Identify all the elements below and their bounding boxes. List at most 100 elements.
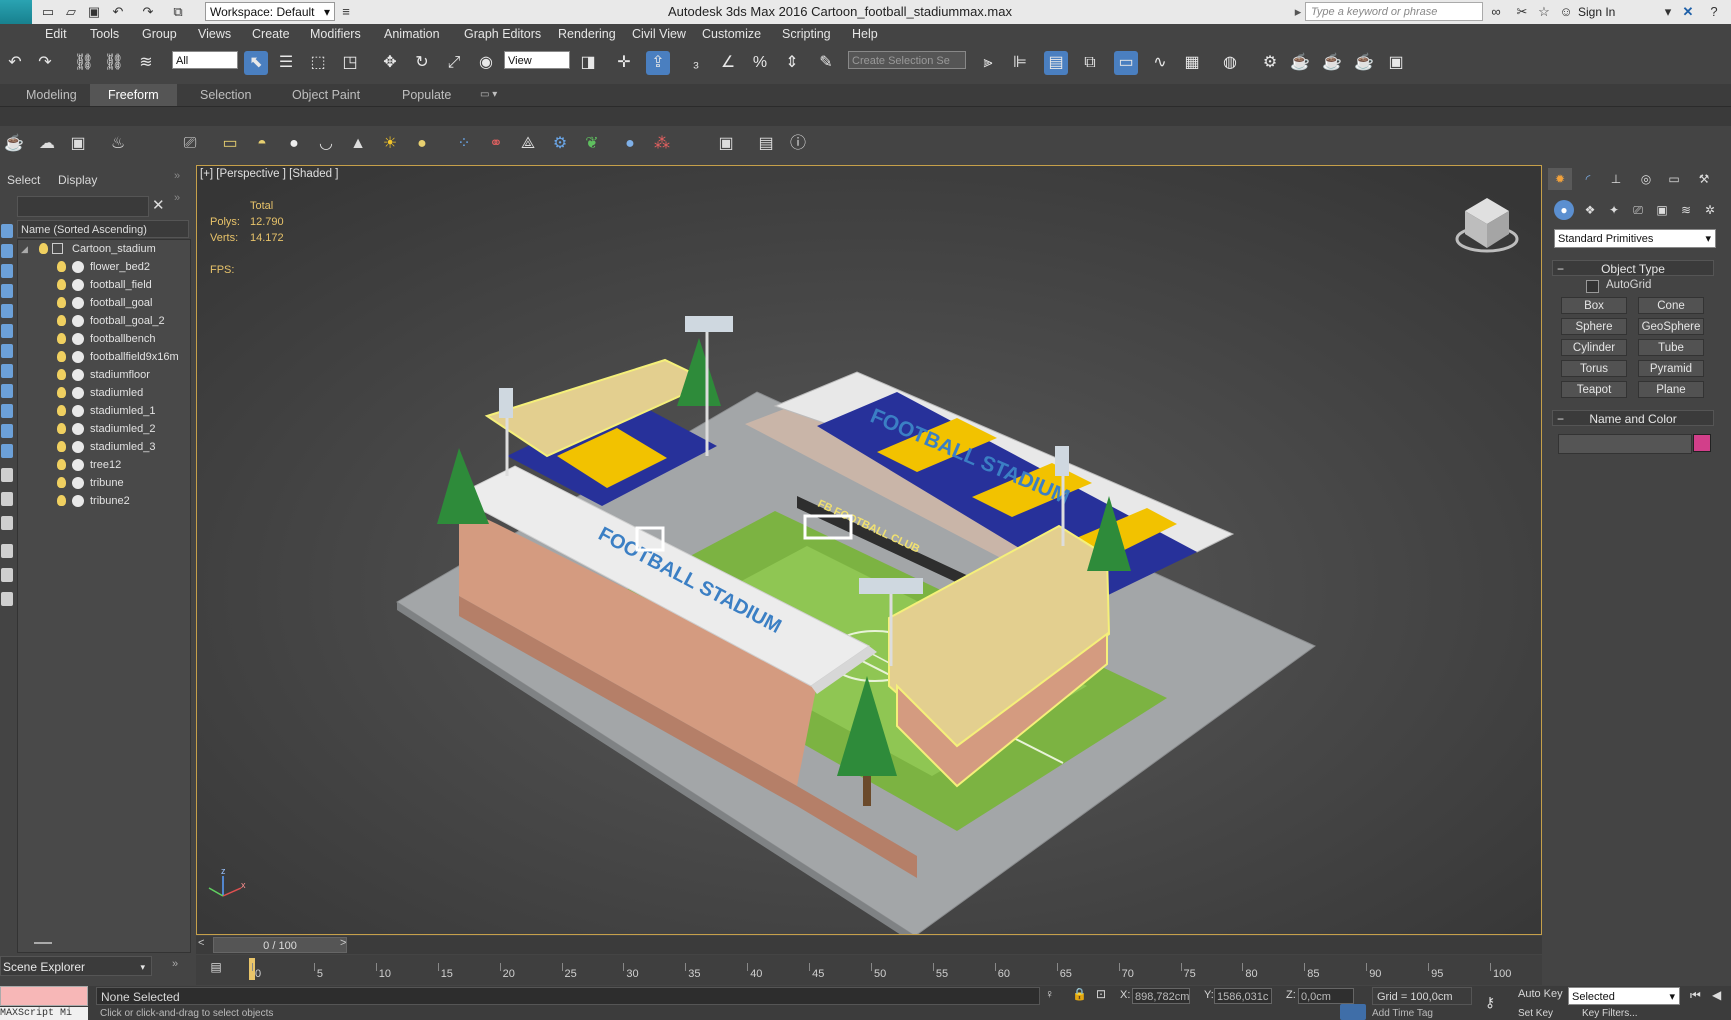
tab-object-paint[interactable]: Object Paint xyxy=(292,84,360,106)
binoculars-icon[interactable]: ∞ xyxy=(1488,4,1504,20)
search-input[interactable]: Type a keyword or phrase xyxy=(1305,2,1483,21)
sync-selection-icon[interactable] xyxy=(1,568,13,582)
named-selection-set-dropdown[interactable]: Create Selection Se xyxy=(848,51,966,69)
menu-tools[interactable]: Tools xyxy=(90,24,119,44)
select-manipulate-icon[interactable]: ✛ xyxy=(612,51,636,75)
list-item[interactable]: footballfield9x16m xyxy=(17,348,189,366)
explorer-tab-display[interactable]: Display xyxy=(58,173,97,187)
key-filters-button[interactable]: Key Filters... xyxy=(1582,1008,1638,1019)
lights-icon[interactable]: ✦ xyxy=(1604,200,1624,220)
menu-help[interactable]: Help xyxy=(852,24,878,44)
select-object-icon[interactable]: ⬉ xyxy=(244,51,268,75)
explorer-search-input[interactable] xyxy=(17,196,149,217)
display-tab-icon[interactable]: ▭ xyxy=(1662,168,1686,190)
select-and-rotate-icon[interactable]: ↻ xyxy=(410,51,434,75)
filter-icon[interactable] xyxy=(1,544,13,558)
selection-filter-dropdown[interactable]: All xyxy=(172,51,238,69)
shapes-icon[interactable]: ❖ xyxy=(1580,200,1600,220)
cylinder-button[interactable]: Cylinder xyxy=(1561,339,1627,356)
teapot-button[interactable]: Teapot xyxy=(1561,381,1627,398)
render-frame-icon[interactable]: ▣ xyxy=(714,132,738,156)
tab-freeform[interactable]: Freeform xyxy=(90,84,177,106)
new-file-icon[interactable]: ▭ xyxy=(40,4,56,20)
list-item-root[interactable]: ◢ Cartoon_stadium xyxy=(17,240,189,258)
hemisphere-icon[interactable]: ◓ xyxy=(250,132,274,156)
absolute-mode-icon[interactable]: ⊡ xyxy=(1096,987,1106,1001)
list-item[interactable]: tribune2 xyxy=(17,492,189,510)
render-setup-icon[interactable]: ⚙ xyxy=(1258,51,1282,75)
menu-views[interactable]: Views xyxy=(198,24,231,44)
gear-icon[interactable]: ⚙ xyxy=(548,132,572,156)
light-lister-icon[interactable]: ♨ xyxy=(106,132,130,156)
display-cameras-icon[interactable] xyxy=(1,344,13,358)
mini-curve-editor-icon[interactable]: ▤ xyxy=(205,958,227,976)
cone-button[interactable]: Cone xyxy=(1638,297,1704,314)
menu-modifiers[interactable]: Modifiers xyxy=(310,24,361,44)
camera-icon[interactable]: ⎚ xyxy=(178,132,202,156)
display-invert-icon[interactable] xyxy=(1,264,13,278)
menu-edit[interactable]: Edit xyxy=(45,24,67,44)
pyramid-button[interactable]: Pyramid xyxy=(1638,360,1704,377)
name-color-rollout-header[interactable]: − Name and Color xyxy=(1552,410,1714,426)
light-bulb-icon[interactable] xyxy=(57,387,66,398)
set-key-button[interactable]: Set Key xyxy=(1518,1008,1553,1019)
toggle-ribbon-icon[interactable]: ⧉ xyxy=(1078,51,1102,75)
unlink-icon[interactable]: ⛓ xyxy=(102,51,126,75)
material-editor-icon[interactable]: ◍ xyxy=(1218,51,1242,75)
list-item[interactable]: football_goal_2 xyxy=(17,312,189,330)
layer-explorer-icon[interactable]: ▤ xyxy=(1044,51,1068,75)
modify-tab-icon[interactable]: ◜ xyxy=(1576,168,1600,190)
open-file-icon[interactable]: ▱ xyxy=(63,4,79,20)
lock-cell-icon[interactable] xyxy=(1,592,13,606)
plane-primitive-icon[interactable]: ▭ xyxy=(218,132,242,156)
light-bulb-icon[interactable] xyxy=(57,351,66,362)
molecule-icon[interactable]: ⚭ xyxy=(484,132,508,156)
light-bulb-icon[interactable] xyxy=(57,477,66,488)
menu-create[interactable]: Create xyxy=(252,24,290,44)
utilities-icon[interactable]: ▤ xyxy=(754,132,778,156)
time-slider[interactable]: 0 / 100 xyxy=(213,937,347,953)
auto-key-button[interactable]: Auto Key xyxy=(1518,988,1563,1000)
sun-icon[interactable]: ☀ xyxy=(378,132,402,156)
sign-in-dropdown-icon[interactable]: ▾ xyxy=(1660,4,1676,20)
user-icon[interactable]: ☺ xyxy=(1558,4,1574,20)
torus-button[interactable]: Torus xyxy=(1561,360,1627,377)
maxscript-listener-input[interactable] xyxy=(0,986,88,1006)
layer-icon[interactable] xyxy=(1,492,13,506)
menu-animation[interactable]: Animation xyxy=(384,24,440,44)
save-icon[interactable]: ▣ xyxy=(86,4,102,20)
cloud-icon[interactable]: ☁ xyxy=(35,132,59,156)
space-warps-icon[interactable]: ≋ xyxy=(1676,200,1696,220)
redo-icon[interactable]: ↷ xyxy=(33,51,57,75)
menu-civil-view[interactable]: Civil View xyxy=(632,24,686,44)
systems-icon[interactable]: ✲ xyxy=(1700,200,1720,220)
light-bulb-icon[interactable] xyxy=(57,423,66,434)
object-type-rollout-header[interactable]: − Object Type xyxy=(1552,260,1714,276)
motion-tab-icon[interactable]: ◎ xyxy=(1634,168,1658,190)
tube-button[interactable]: Tube xyxy=(1638,339,1704,356)
list-item[interactable]: stadiumled_3 xyxy=(17,438,189,456)
viewport-background-icon[interactable]: ▣ xyxy=(66,132,90,156)
x-coordinate-input[interactable]: 898,782cm xyxy=(1132,988,1190,1004)
explorer-menu-icon[interactable]: » xyxy=(174,170,180,182)
tab-selection[interactable]: Selection xyxy=(200,84,251,106)
project-folder-icon[interactable]: ⧉ xyxy=(170,4,186,20)
next-frame-icon[interactable]: > xyxy=(340,937,346,949)
create-tab-icon[interactable]: ✹ xyxy=(1548,168,1572,190)
plane-button[interactable]: Plane xyxy=(1638,381,1704,398)
rectangular-selection-icon[interactable]: ⬚ xyxy=(306,51,330,75)
light-bulb-icon[interactable] xyxy=(57,441,66,452)
materials-icon[interactable] xyxy=(1,516,13,530)
object-name-input[interactable] xyxy=(1558,434,1692,454)
space-warp-icon[interactable]: ⟁ xyxy=(516,132,540,156)
material-sphere-icon[interactable]: ● xyxy=(618,132,642,156)
light-bulb-icon[interactable] xyxy=(39,243,48,254)
redo-icon[interactable]: ↷ xyxy=(140,4,156,20)
set-key-icon[interactable]: ⚷ xyxy=(1478,994,1502,1014)
cameras-icon[interactable]: ⎚ xyxy=(1628,200,1648,220)
add-time-tag-button[interactable]: Add Time Tag xyxy=(1372,1008,1433,1019)
menu-graph-editors[interactable]: Graph Editors xyxy=(464,24,541,44)
y-coordinate-input[interactable]: 1586,031c xyxy=(1214,988,1272,1004)
schematic-view-icon[interactable]: ▦ xyxy=(1180,51,1204,75)
object-color-swatch[interactable] xyxy=(1693,434,1711,452)
